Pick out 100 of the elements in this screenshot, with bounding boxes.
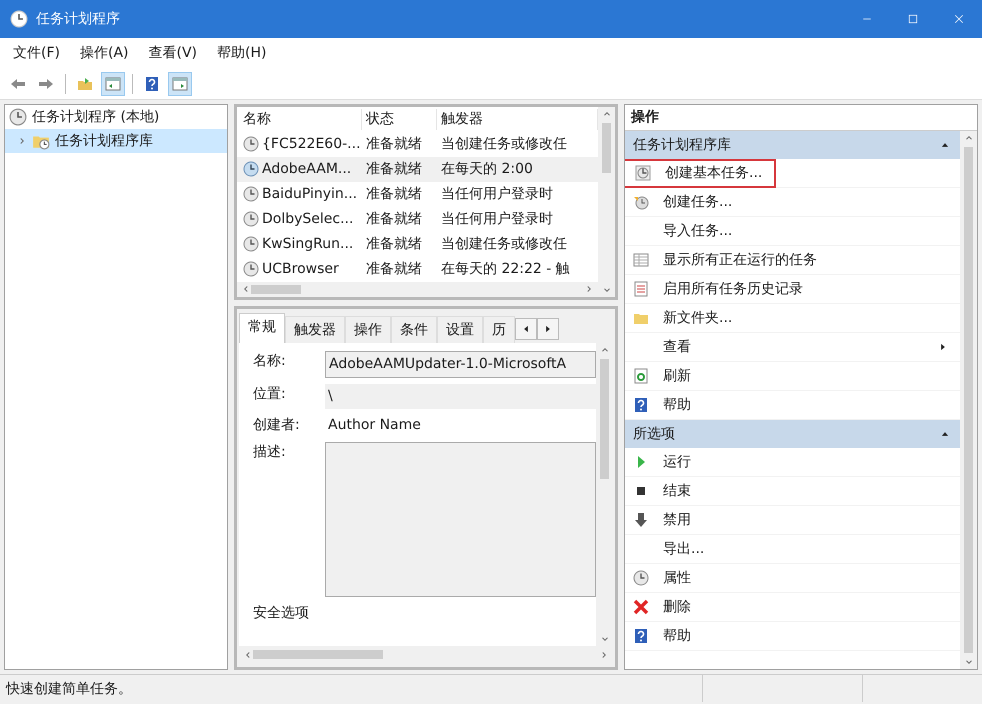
task-trigger: 当任何用户登录时 [440, 210, 554, 229]
action-item[interactable]: 删除 [625, 593, 960, 622]
section-title: 所选项 [633, 424, 675, 444]
action-item[interactable]: 属性 [625, 564, 960, 593]
section-title: 任务计划程序库 [633, 136, 731, 154]
menu-item[interactable]: 操作(A) [72, 40, 136, 66]
scroll-thumb[interactable] [251, 284, 301, 294]
tree-item[interactable]: 任务计划程序库 [5, 129, 227, 153]
status-text: 快速创建简单任务。 [4, 680, 133, 699]
action-item[interactable]: 新文件夹... [625, 304, 960, 333]
menu-item[interactable]: 文件(F) [6, 40, 67, 66]
task-trigger: 当创建任务或修改任 [440, 134, 568, 154]
task-trigger: 当任何用户登录时 [440, 184, 554, 204]
vertical-scrollbar[interactable] [598, 107, 615, 297]
task-row[interactable]: UCBrowser 准备就绪 在每天的 22:22 - 触 [237, 256, 598, 282]
action-item[interactable]: 帮助 [625, 622, 960, 651]
task-trigger: 在每天的 2:00 [440, 160, 534, 179]
vertical-scrollbar[interactable] [960, 131, 977, 669]
action-item[interactable]: 创建基本任务... [665, 162, 762, 184]
help-icon [633, 397, 649, 413]
task-status: 准备就绪 [365, 134, 423, 154]
scroll-thumb[interactable] [602, 123, 611, 173]
clock-icon [635, 165, 651, 181]
panel-icon [105, 76, 121, 92]
scroll-left-button[interactable] [515, 318, 537, 340]
scroll-thumb[interactable] [253, 650, 383, 659]
tab[interactable]: 设置 [437, 316, 483, 343]
task-name: {FC522E60-... [262, 134, 361, 154]
section-header[interactable]: 任务计划程序库 [625, 131, 960, 159]
clock-icon [243, 236, 259, 252]
action-item[interactable]: 创建任务... [625, 188, 960, 217]
task-row[interactable]: DolbySelec... 准备就绪 当任何用户登录时 [237, 206, 598, 232]
task-name: KwSingRun... [262, 234, 354, 254]
menu-item[interactable]: 帮助(H) [210, 40, 274, 66]
clock-icon [243, 136, 259, 152]
task-name: BaiduPinyin... [262, 184, 358, 204]
column-header[interactable]: 名称 [237, 108, 362, 130]
task-row[interactable]: BaiduPinyin... 准备就绪 当任何用户登录时 [237, 182, 598, 207]
toolbar-button[interactable] [168, 72, 192, 96]
task-name: AdobeAAM... [262, 160, 352, 179]
task-row[interactable]: KwSingRun... 准备就绪 当创建任务或修改任 [237, 232, 598, 257]
clock-icon [633, 570, 649, 586]
clock-icon [243, 161, 259, 178]
field-label: 创建者: [253, 416, 301, 435]
tree-item[interactable]: 任务计划程序 (本地) [5, 105, 227, 129]
field-label: 名称: [253, 352, 287, 371]
scroll-thumb[interactable] [600, 359, 609, 479]
folder-icon [77, 76, 93, 92]
window-title: 任务计划程序 [36, 10, 120, 28]
action-item[interactable]: 运行 [625, 448, 960, 477]
description-field[interactable] [325, 442, 596, 597]
task-status: 准备就绪 [365, 260, 423, 279]
maximize-icon [907, 13, 919, 25]
author-text: Author Name [327, 416, 422, 435]
task-row[interactable]: AdobeAAM... 准备就绪 在每天的 2:00 [237, 156, 598, 182]
task-status: 准备就绪 [365, 210, 423, 229]
action-item[interactable]: 导出... [625, 535, 960, 564]
clock-icon [10, 10, 28, 28]
tab[interactable]: 历 [483, 316, 515, 343]
clock-icon [633, 194, 649, 210]
field-label: 描述: [253, 443, 287, 462]
scroll-right-button[interactable] [537, 318, 559, 340]
action-item[interactable]: 结束 [625, 477, 960, 506]
tab[interactable]: 常规 [239, 313, 285, 343]
tab[interactable]: 操作 [345, 316, 391, 343]
toolbar-button[interactable] [101, 72, 125, 96]
horizontal-scrollbar[interactable] [237, 282, 598, 297]
tab[interactable]: 触发器 [285, 316, 345, 343]
action-item[interactable]: 显示所有正在运行的任务 [625, 246, 960, 275]
section-heading: 安全选项 [253, 604, 310, 623]
name-field[interactable]: AdobeAAMUpdater-1.0-MicrosoftA [325, 351, 596, 378]
clock-icon [243, 261, 259, 278]
task-name: UCBrowser [262, 260, 339, 279]
task-status: 准备就绪 [365, 160, 423, 179]
list-icon [633, 281, 649, 297]
column-header[interactable]: 状态 [362, 108, 437, 130]
action-item[interactable]: 启用所有任务历史记录 [625, 275, 960, 304]
field-label: 位置: [253, 385, 287, 404]
task-status: 准备就绪 [365, 184, 423, 204]
help-icon [633, 628, 649, 644]
action-item[interactable]: 导入任务... [625, 217, 960, 246]
task-name: DolbySelec... [262, 210, 354, 229]
action-item[interactable]: 刷新 [625, 362, 960, 391]
table-icon [633, 252, 649, 268]
close-icon [953, 13, 965, 25]
action-item[interactable]: 查看 [625, 333, 960, 362]
clock-icon [243, 211, 259, 228]
menu-item[interactable]: 查看(V) [142, 40, 204, 66]
action-item[interactable]: 禁用 [625, 506, 960, 535]
panel-icon [172, 76, 188, 92]
section-header[interactable]: 所选项 [625, 420, 960, 448]
scroll-thumb[interactable] [964, 147, 973, 653]
location-field: \ [325, 384, 596, 409]
tab[interactable]: 条件 [391, 316, 437, 343]
task-status: 准备就绪 [365, 234, 423, 254]
help-icon [144, 76, 160, 92]
task-trigger: 在每天的 22:22 - 触 [440, 260, 571, 279]
task-trigger: 当创建任务或修改任 [440, 234, 568, 254]
down-arrow-icon [633, 512, 649, 528]
task-row[interactable]: {FC522E60-... 准备就绪 当创建任务或修改任 [237, 132, 598, 157]
